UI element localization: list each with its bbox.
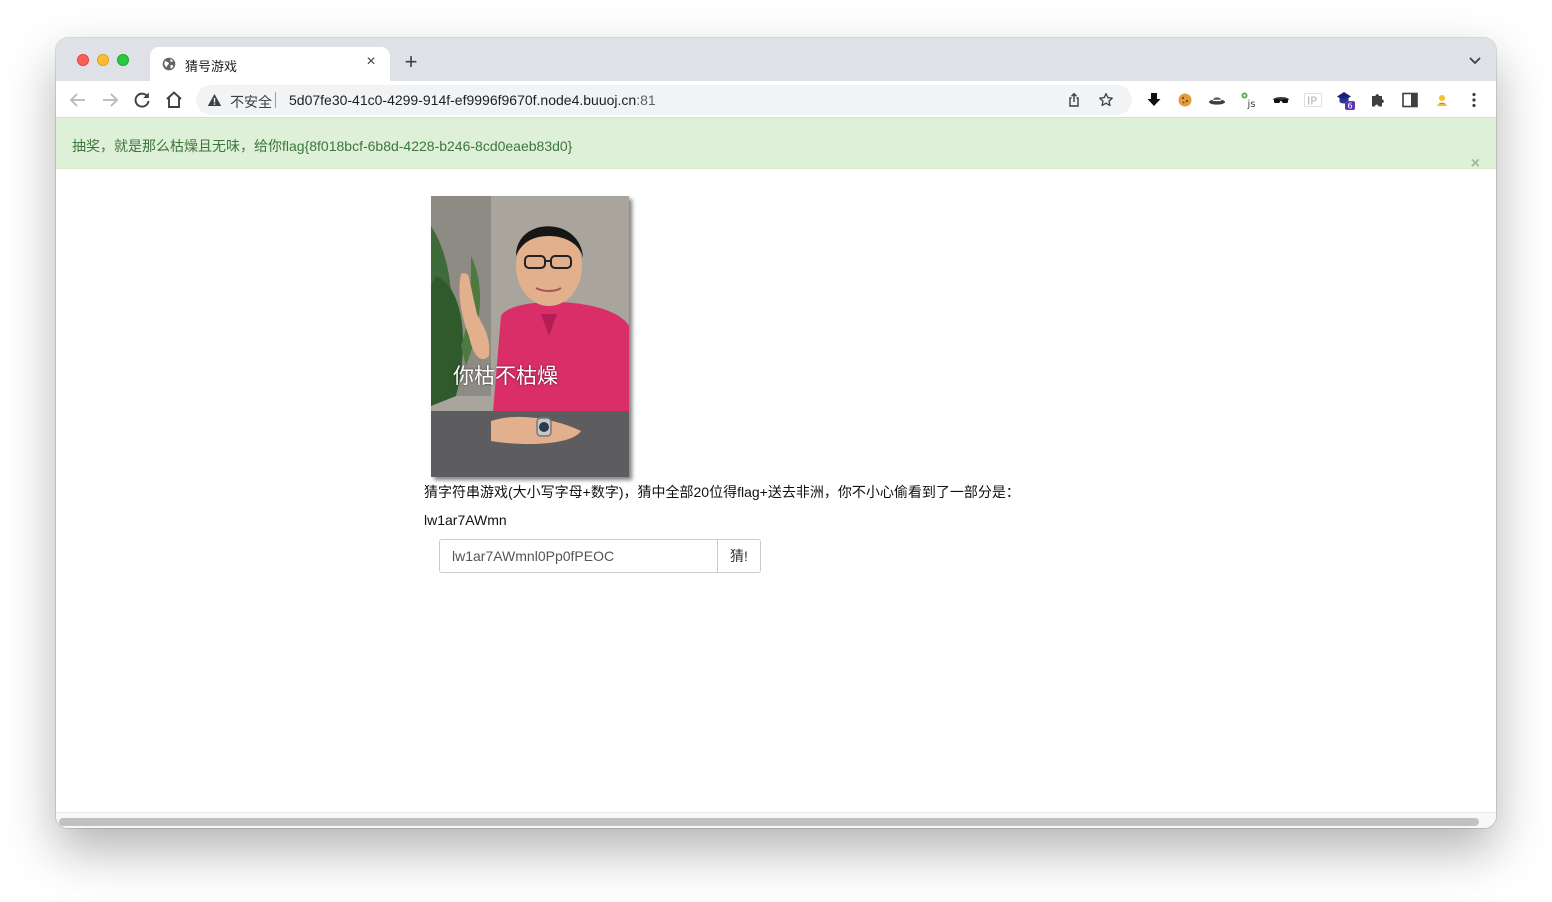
profile-icon[interactable] xyxy=(1433,91,1451,109)
url-host: 5d07fe30-41c0-4299-914f-ef9996f9670f.nod… xyxy=(289,92,637,108)
meme-photo xyxy=(431,196,629,477)
address-bar[interactable]: 不安全 5d07fe30-41c0-4299-914f-ef9996f9670f… xyxy=(196,85,1132,115)
download-icon[interactable] xyxy=(1145,91,1163,109)
tab-strip: 猜号游戏 × + xyxy=(56,38,1496,81)
browser-toolbar: 不安全 5d07fe30-41c0-4299-914f-ef9996f9670f… xyxy=(56,81,1496,118)
url-port: :81 xyxy=(636,92,656,108)
chevron-down-icon[interactable] xyxy=(1468,56,1482,66)
flag-alert: 抽奖，就是那么枯燥且无味，给你flag{8f018bcf-6b8d-4228-b… xyxy=(56,118,1496,172)
window-minimize-button[interactable] xyxy=(97,54,109,66)
alert-message: 抽奖，就是那么枯燥且无味，给你flag{8f018bcf-6b8d-4228-b… xyxy=(72,138,573,154)
hat-icon[interactable] xyxy=(1208,91,1226,109)
forward-arrow-icon[interactable] xyxy=(98,88,122,112)
spy-glasses-icon[interactable] xyxy=(1272,91,1290,109)
js-icon[interactable]: js xyxy=(1240,91,1258,109)
ext-badge-icon[interactable]: 6 xyxy=(1336,90,1356,110)
home-icon[interactable] xyxy=(162,88,186,112)
alert-close-button[interactable]: × xyxy=(1471,156,1480,172)
ip-label: IP xyxy=(1307,95,1317,108)
tab-title: 猜号游戏 xyxy=(185,59,238,74)
game-description: 猜字符串游戏(大小写字母+数字)，猜中全部20位得flag+送去非洲，你不小心偷… xyxy=(424,484,1020,500)
tab-close-button[interactable]: × xyxy=(362,53,380,71)
horizontal-scrollbar[interactable] xyxy=(56,812,1496,828)
js-label: js xyxy=(1247,99,1256,109)
warning-icon[interactable] xyxy=(207,93,222,107)
back-arrow-icon[interactable] xyxy=(66,88,90,112)
ext-badge-count: 6 xyxy=(1348,102,1353,110)
new-tab-button[interactable]: + xyxy=(400,51,422,74)
cookie-icon[interactable] xyxy=(1176,91,1194,109)
omnibox-divider xyxy=(275,92,276,108)
puzzle-icon[interactable] xyxy=(1369,91,1387,109)
page-content: 抽奖，就是那么枯燥且无味，给你flag{8f018bcf-6b8d-4228-b… xyxy=(56,118,1496,828)
guess-input[interactable] xyxy=(439,539,718,573)
tab-active[interactable]: 猜号游戏 × xyxy=(150,47,390,81)
meme-image: 你枯不枯燥 xyxy=(431,196,629,477)
guess-button[interactable]: 猜! xyxy=(717,539,761,573)
globe-icon xyxy=(162,57,176,71)
url-text[interactable]: 5d07fe30-41c0-4299-914f-ef9996f9670f.nod… xyxy=(289,92,656,108)
bookmark-star-icon[interactable] xyxy=(1098,92,1114,108)
meme-caption: 你枯不枯燥 xyxy=(453,364,558,388)
share-icon[interactable] xyxy=(1066,92,1082,108)
desktop: 猜号游戏 × + 不安全 5d07fe30-41c0-4299-914f-ef9… xyxy=(0,0,1552,902)
security-label[interactable]: 不安全 xyxy=(230,92,272,112)
scrollbar-thumb[interactable] xyxy=(59,818,1479,826)
window-maximize-button[interactable] xyxy=(117,54,129,66)
reload-icon[interactable] xyxy=(130,88,154,112)
partial-string: lw1ar7AWmn xyxy=(424,512,507,528)
window-close-button[interactable] xyxy=(77,54,89,66)
more-menu-icon[interactable] xyxy=(1465,91,1483,109)
ip-icon[interactable]: IP xyxy=(1304,91,1322,109)
browser-window: 猜号游戏 × + 不安全 5d07fe30-41c0-4299-914f-ef9… xyxy=(56,38,1496,828)
side-panel-icon[interactable] xyxy=(1401,91,1419,109)
